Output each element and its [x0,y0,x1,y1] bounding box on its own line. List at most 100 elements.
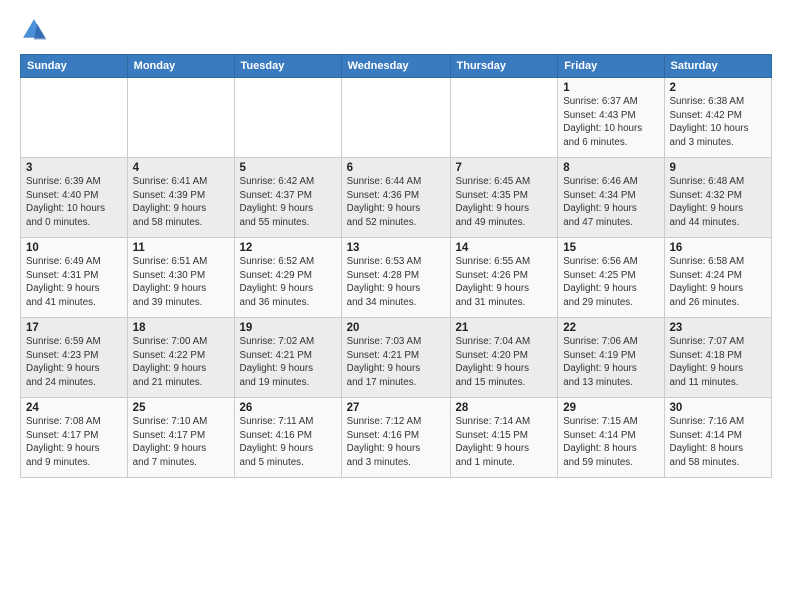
day-info: Sunrise: 7:07 AM Sunset: 4:18 PM Dayligh… [670,335,767,390]
calendar-cell: 6Sunrise: 6:44 AM Sunset: 4:36 PM Daylig… [341,158,450,238]
column-header-wednesday: Wednesday [341,55,450,78]
day-number: 29 [563,402,658,414]
calendar-cell: 12Sunrise: 6:52 AM Sunset: 4:29 PM Dayli… [234,238,341,318]
day-info: Sunrise: 6:39 AM Sunset: 4:40 PM Dayligh… [26,175,122,230]
day-info: Sunrise: 7:15 AM Sunset: 4:14 PM Dayligh… [563,415,658,470]
day-info: Sunrise: 7:16 AM Sunset: 4:14 PM Dayligh… [670,415,767,470]
calendar-cell: 21Sunrise: 7:04 AM Sunset: 4:20 PM Dayli… [450,318,558,398]
day-info: Sunrise: 7:08 AM Sunset: 4:17 PM Dayligh… [26,415,122,470]
day-info: Sunrise: 6:38 AM Sunset: 4:42 PM Dayligh… [670,95,767,150]
day-number: 25 [133,402,229,414]
day-info: Sunrise: 7:02 AM Sunset: 4:21 PM Dayligh… [240,335,336,390]
calendar-cell: 11Sunrise: 6:51 AM Sunset: 4:30 PM Dayli… [127,238,234,318]
day-number: 8 [563,162,658,174]
week-row-5: 24Sunrise: 7:08 AM Sunset: 4:17 PM Dayli… [21,398,772,478]
week-row-2: 3Sunrise: 6:39 AM Sunset: 4:40 PM Daylig… [21,158,772,238]
day-number: 10 [26,242,122,254]
calendar-cell [341,78,450,158]
column-header-friday: Friday [558,55,664,78]
calendar-cell: 20Sunrise: 7:03 AM Sunset: 4:21 PM Dayli… [341,318,450,398]
calendar-cell: 30Sunrise: 7:16 AM Sunset: 4:14 PM Dayli… [664,398,772,478]
day-number: 21 [456,322,553,334]
day-number: 16 [670,242,767,254]
day-number: 9 [670,162,767,174]
day-number: 2 [670,82,767,94]
day-number: 23 [670,322,767,334]
day-info: Sunrise: 6:59 AM Sunset: 4:23 PM Dayligh… [26,335,122,390]
calendar-cell: 8Sunrise: 6:46 AM Sunset: 4:34 PM Daylig… [558,158,664,238]
day-number: 7 [456,162,553,174]
calendar-cell: 22Sunrise: 7:06 AM Sunset: 4:19 PM Dayli… [558,318,664,398]
day-info: Sunrise: 6:37 AM Sunset: 4:43 PM Dayligh… [563,95,658,150]
day-number: 26 [240,402,336,414]
column-header-monday: Monday [127,55,234,78]
logo-icon [20,16,48,44]
day-number: 6 [347,162,445,174]
day-number: 12 [240,242,336,254]
calendar-cell: 28Sunrise: 7:14 AM Sunset: 4:15 PM Dayli… [450,398,558,478]
day-number: 3 [26,162,122,174]
calendar-cell: 4Sunrise: 6:41 AM Sunset: 4:39 PM Daylig… [127,158,234,238]
week-row-3: 10Sunrise: 6:49 AM Sunset: 4:31 PM Dayli… [21,238,772,318]
calendar-cell: 15Sunrise: 6:56 AM Sunset: 4:25 PM Dayli… [558,238,664,318]
calendar-cell: 3Sunrise: 6:39 AM Sunset: 4:40 PM Daylig… [21,158,128,238]
day-info: Sunrise: 7:04 AM Sunset: 4:20 PM Dayligh… [456,335,553,390]
day-info: Sunrise: 7:14 AM Sunset: 4:15 PM Dayligh… [456,415,553,470]
day-info: Sunrise: 6:42 AM Sunset: 4:37 PM Dayligh… [240,175,336,230]
header [20,16,772,44]
calendar-cell: 13Sunrise: 6:53 AM Sunset: 4:28 PM Dayli… [341,238,450,318]
column-header-tuesday: Tuesday [234,55,341,78]
calendar-cell: 14Sunrise: 6:55 AM Sunset: 4:26 PM Dayli… [450,238,558,318]
calendar-cell: 1Sunrise: 6:37 AM Sunset: 4:43 PM Daylig… [558,78,664,158]
calendar-cell: 26Sunrise: 7:11 AM Sunset: 4:16 PM Dayli… [234,398,341,478]
calendar-cell: 27Sunrise: 7:12 AM Sunset: 4:16 PM Dayli… [341,398,450,478]
calendar-cell: 18Sunrise: 7:00 AM Sunset: 4:22 PM Dayli… [127,318,234,398]
day-info: Sunrise: 7:10 AM Sunset: 4:17 PM Dayligh… [133,415,229,470]
day-number: 27 [347,402,445,414]
day-info: Sunrise: 6:49 AM Sunset: 4:31 PM Dayligh… [26,255,122,310]
calendar-cell: 9Sunrise: 6:48 AM Sunset: 4:32 PM Daylig… [664,158,772,238]
calendar-cell: 16Sunrise: 6:58 AM Sunset: 4:24 PM Dayli… [664,238,772,318]
calendar-cell: 23Sunrise: 7:07 AM Sunset: 4:18 PM Dayli… [664,318,772,398]
day-info: Sunrise: 7:12 AM Sunset: 4:16 PM Dayligh… [347,415,445,470]
day-info: Sunrise: 6:53 AM Sunset: 4:28 PM Dayligh… [347,255,445,310]
week-row-1: 1Sunrise: 6:37 AM Sunset: 4:43 PM Daylig… [21,78,772,158]
page: SundayMondayTuesdayWednesdayThursdayFrid… [0,0,792,612]
day-number: 30 [670,402,767,414]
calendar-cell: 24Sunrise: 7:08 AM Sunset: 4:17 PM Dayli… [21,398,128,478]
day-info: Sunrise: 6:51 AM Sunset: 4:30 PM Dayligh… [133,255,229,310]
day-number: 14 [456,242,553,254]
day-info: Sunrise: 6:41 AM Sunset: 4:39 PM Dayligh… [133,175,229,230]
day-info: Sunrise: 7:11 AM Sunset: 4:16 PM Dayligh… [240,415,336,470]
day-info: Sunrise: 6:58 AM Sunset: 4:24 PM Dayligh… [670,255,767,310]
day-number: 22 [563,322,658,334]
column-header-saturday: Saturday [664,55,772,78]
calendar-cell: 25Sunrise: 7:10 AM Sunset: 4:17 PM Dayli… [127,398,234,478]
day-number: 24 [26,402,122,414]
day-info: Sunrise: 6:55 AM Sunset: 4:26 PM Dayligh… [456,255,553,310]
calendar-header-row: SundayMondayTuesdayWednesdayThursdayFrid… [21,55,772,78]
day-info: Sunrise: 6:45 AM Sunset: 4:35 PM Dayligh… [456,175,553,230]
day-number: 19 [240,322,336,334]
day-info: Sunrise: 6:44 AM Sunset: 4:36 PM Dayligh… [347,175,445,230]
column-header-sunday: Sunday [21,55,128,78]
calendar-cell [450,78,558,158]
day-number: 1 [563,82,658,94]
day-number: 4 [133,162,229,174]
calendar-cell: 5Sunrise: 6:42 AM Sunset: 4:37 PM Daylig… [234,158,341,238]
calendar-cell: 29Sunrise: 7:15 AM Sunset: 4:14 PM Dayli… [558,398,664,478]
day-number: 5 [240,162,336,174]
week-row-4: 17Sunrise: 6:59 AM Sunset: 4:23 PM Dayli… [21,318,772,398]
calendar: SundayMondayTuesdayWednesdayThursdayFrid… [20,54,772,478]
calendar-cell: 2Sunrise: 6:38 AM Sunset: 4:42 PM Daylig… [664,78,772,158]
calendar-cell [127,78,234,158]
calendar-cell: 19Sunrise: 7:02 AM Sunset: 4:21 PM Dayli… [234,318,341,398]
day-info: Sunrise: 7:03 AM Sunset: 4:21 PM Dayligh… [347,335,445,390]
day-info: Sunrise: 7:00 AM Sunset: 4:22 PM Dayligh… [133,335,229,390]
column-header-thursday: Thursday [450,55,558,78]
day-info: Sunrise: 7:06 AM Sunset: 4:19 PM Dayligh… [563,335,658,390]
calendar-cell: 17Sunrise: 6:59 AM Sunset: 4:23 PM Dayli… [21,318,128,398]
day-number: 18 [133,322,229,334]
day-number: 11 [133,242,229,254]
day-info: Sunrise: 6:48 AM Sunset: 4:32 PM Dayligh… [670,175,767,230]
